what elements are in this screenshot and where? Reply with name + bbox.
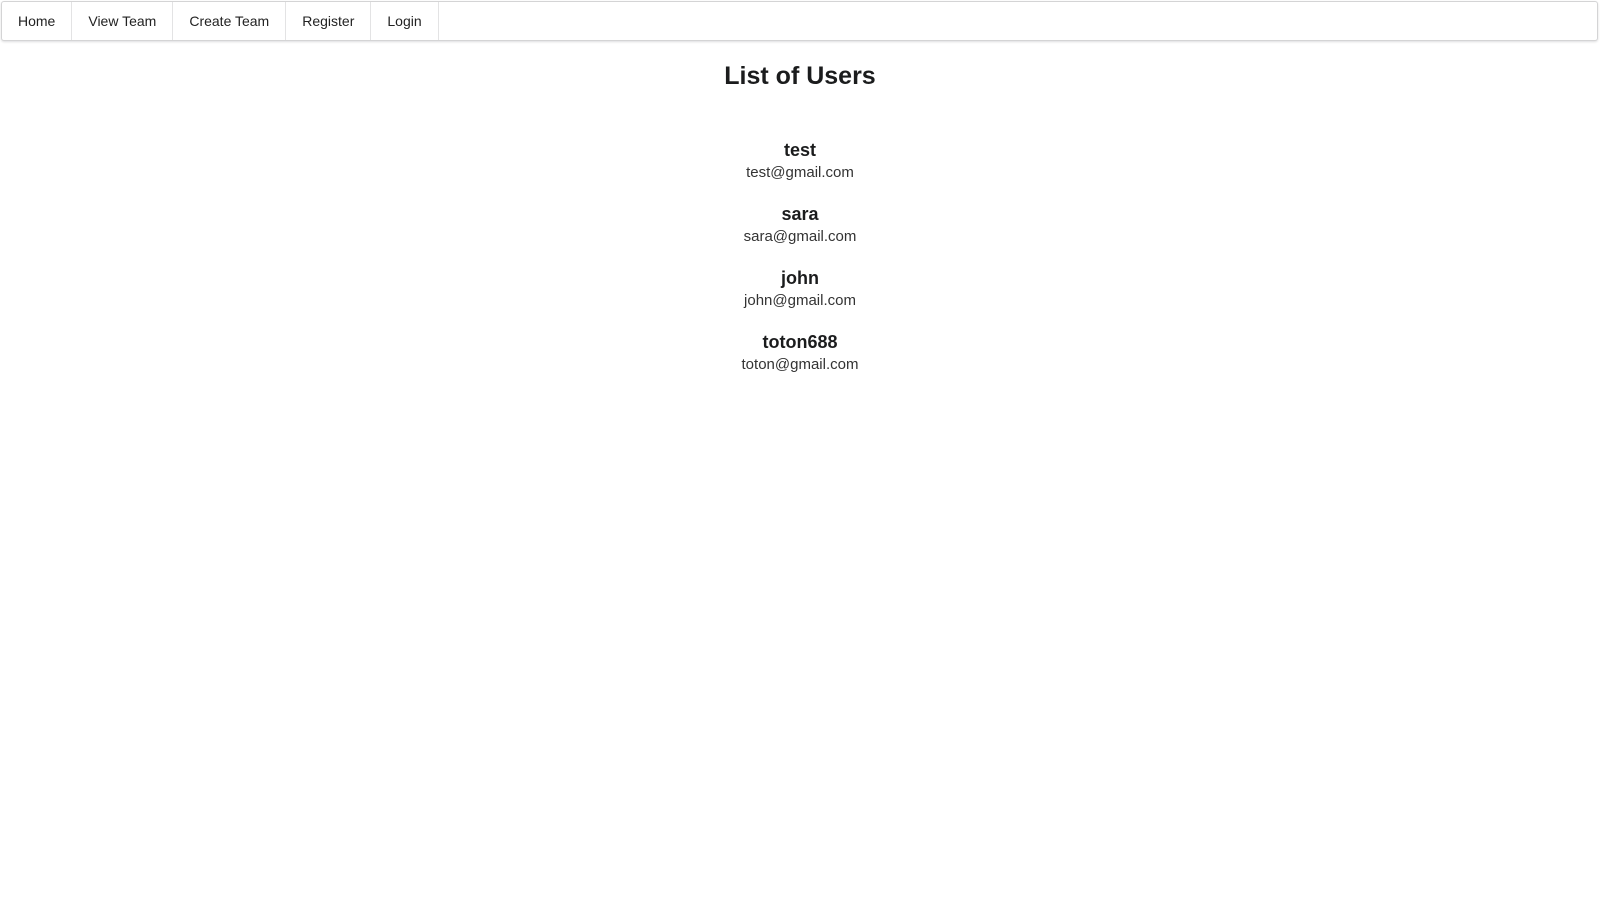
- user-email: toton@gmail.com: [741, 356, 859, 373]
- user-name: sara: [781, 204, 819, 224]
- user-email: john@gmail.com: [744, 292, 856, 309]
- user-email: test@gmail.com: [746, 164, 854, 181]
- nav-item-login[interactable]: Login: [371, 2, 439, 40]
- user-list-item: test test@gmail.com: [0, 138, 1600, 202]
- user-list-item: john john@gmail.com: [0, 266, 1600, 330]
- top-nav-menu: Home View Team Create Team Register Logi…: [1, 1, 1598, 41]
- user-list-item: sara sara@gmail.com: [0, 202, 1600, 266]
- user-name: john: [781, 268, 819, 288]
- user-name: test: [783, 140, 816, 160]
- nav-item-view-team[interactable]: View Team: [72, 2, 174, 40]
- user-name: toton688: [762, 332, 838, 352]
- nav-item-home[interactable]: Home: [2, 2, 73, 40]
- nav-item-register[interactable]: Register: [286, 2, 372, 40]
- nav-item-create-team[interactable]: Create Team: [173, 2, 287, 40]
- user-email: sara@gmail.com: [743, 228, 857, 245]
- user-list-item: toton688 toton@gmail.com: [0, 330, 1600, 394]
- user-list: test test@gmail.com sara sara@gmail.com …: [0, 138, 1600, 394]
- page-title: List of Users: [724, 62, 876, 90]
